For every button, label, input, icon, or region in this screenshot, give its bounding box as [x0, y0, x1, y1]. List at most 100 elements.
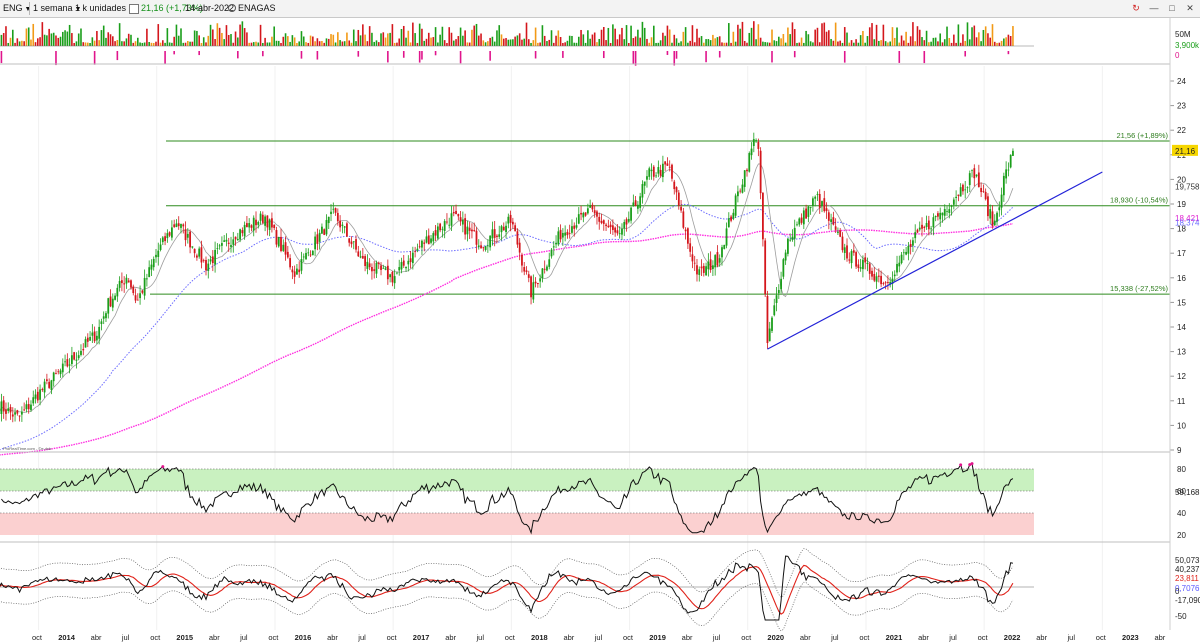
volume-bar	[564, 42, 566, 46]
candle-body	[318, 232, 321, 242]
volume-bar	[659, 40, 662, 46]
volume-bar	[157, 24, 160, 46]
refresh-icon[interactable]: ↻	[1130, 2, 1142, 14]
candle-body	[55, 373, 57, 374]
volume-bar	[152, 42, 155, 46]
candle-body	[243, 224, 246, 237]
volume-bar	[775, 41, 778, 46]
volume-bar	[937, 41, 939, 46]
volume-bar	[557, 30, 560, 46]
volume-bar	[807, 34, 810, 46]
volume-bar	[75, 41, 78, 46]
volume-bar	[664, 35, 666, 46]
volume-bar	[200, 42, 203, 46]
price-tick-label: 13	[1177, 348, 1186, 357]
candle-body	[1012, 150, 1014, 156]
volume-negative-bar	[198, 51, 200, 56]
candle-body	[952, 199, 955, 205]
volume-bar	[441, 26, 444, 46]
volume-bar	[930, 41, 932, 46]
candle-body	[125, 277, 128, 284]
volume-bar	[868, 27, 871, 46]
display-checkbox[interactable]	[129, 4, 139, 14]
volume-bar	[812, 42, 814, 46]
instrument-name-group: ENAGAS	[228, 3, 276, 14]
candle-body	[625, 219, 628, 225]
candle-body	[671, 164, 673, 179]
volume-bar	[464, 30, 466, 46]
candle-body	[332, 208, 335, 210]
volume-bar	[652, 25, 655, 46]
volume-bar	[375, 40, 378, 46]
candle-body	[689, 243, 692, 252]
volume-bar	[1000, 40, 1003, 46]
x-tick-label: jul	[121, 633, 130, 642]
minimize-icon[interactable]: —	[1148, 2, 1160, 14]
candle-body	[493, 229, 496, 238]
candle-body	[616, 230, 619, 234]
volume-bar	[673, 34, 676, 46]
x-tick-label: jul	[948, 633, 957, 642]
candle-body	[80, 350, 82, 355]
volume-bar	[750, 27, 753, 46]
close-icon[interactable]: ✕	[1184, 2, 1196, 14]
candle-body	[798, 218, 801, 225]
candle-body	[882, 283, 885, 285]
volume-bar	[521, 39, 523, 46]
candle-body	[214, 249, 216, 265]
candle-body	[773, 305, 776, 316]
volume-bar	[139, 42, 141, 46]
candle-body	[518, 242, 521, 253]
candle-body	[0, 401, 3, 415]
candle-body	[380, 265, 382, 270]
volume-bar	[52, 32, 55, 46]
candle-body	[521, 254, 523, 266]
candlestick-series	[0, 132, 1014, 423]
candle-body	[157, 250, 160, 257]
volume-bar	[828, 30, 830, 46]
volume-bar	[396, 42, 398, 46]
x-tick-label: oct	[505, 633, 516, 642]
candle-body	[857, 264, 860, 269]
symbol-selector[interactable]: ENG ▼	[3, 3, 31, 15]
candle-body	[143, 277, 146, 296]
rsi-tick-label: 40	[1177, 509, 1186, 518]
candle-body	[830, 219, 832, 222]
candle-body	[757, 141, 760, 149]
volume-negative-bar	[705, 51, 707, 63]
volume-bar	[814, 29, 816, 46]
units-selector[interactable]: 1 k unidades▼	[75, 3, 135, 15]
volume-bar	[55, 35, 57, 46]
volume-bar	[684, 27, 687, 46]
maximize-icon[interactable]: □	[1166, 2, 1178, 14]
candle-body	[873, 273, 876, 281]
volume-bar	[482, 40, 485, 46]
volume-bar	[978, 32, 980, 46]
candle-body	[805, 208, 807, 219]
volume-bar	[180, 28, 182, 46]
candle-body	[541, 268, 544, 279]
volume-bar	[991, 24, 994, 46]
x-tick-label: 2015	[176, 633, 193, 642]
x-tick-label: oct	[1096, 633, 1107, 642]
candle-body	[737, 191, 739, 197]
volume-bar	[16, 38, 19, 46]
volume-bar	[657, 42, 660, 46]
candle-body	[346, 223, 348, 237]
volume-bar	[491, 36, 494, 46]
volume-bar	[146, 28, 148, 46]
volume-bar	[402, 25, 405, 46]
price-chart[interactable]: 50M 3,900k 0 910111213141516171819202122…	[0, 18, 1200, 643]
volume-bar	[739, 28, 741, 46]
volume-negative-bar	[718, 51, 721, 58]
volume-negative-bar	[1007, 51, 1010, 55]
volume-negative-bar	[93, 51, 96, 65]
level-label: 18,930 (-10,54%)	[1110, 196, 1168, 205]
volume-bar	[562, 42, 564, 46]
volume-bar	[46, 35, 48, 46]
volume-bar	[932, 37, 935, 46]
volume-bar	[18, 41, 21, 46]
volume-bar	[305, 42, 307, 46]
x-tick-label: 2017	[413, 633, 430, 642]
candle-body	[702, 265, 705, 273]
